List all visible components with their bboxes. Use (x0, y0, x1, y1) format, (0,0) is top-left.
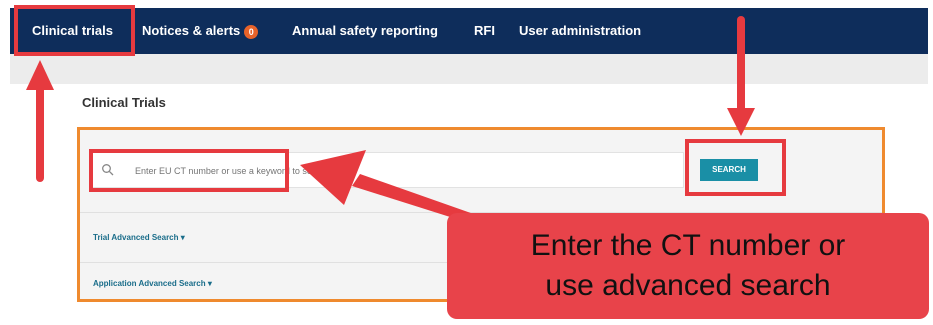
callout-line: Enter the CT number or (530, 229, 846, 262)
highlight-box-nav (14, 5, 135, 56)
application-advanced-search-toggle[interactable]: Application Advanced Search ▾ (93, 279, 212, 288)
annotation-callout: Enter the CT number or use advanced sear… (447, 213, 929, 319)
nav-item-notices-alerts[interactable]: Notices & alerts 0 (142, 8, 259, 54)
sub-header-bar (10, 54, 928, 84)
nav-item-annual-safety-reporting[interactable]: Annual safety reporting (292, 8, 438, 54)
nav-item-label: User administration (519, 23, 642, 38)
nav-item-label: Notices & alerts (142, 23, 241, 38)
highlight-box-search-button (685, 139, 786, 196)
nav-item-label: RFI (474, 23, 495, 38)
trial-advanced-search-toggle[interactable]: Trial Advanced Search ▾ (93, 233, 185, 242)
page-title: Clinical Trials (82, 95, 166, 110)
callout-line: use advanced search (545, 269, 831, 302)
nav-item-rfi[interactable]: RFI (474, 8, 495, 54)
highlight-box-search-input (89, 149, 289, 192)
nav-item-label: Annual safety reporting (292, 23, 438, 38)
nav-item-user-administration[interactable]: User administration (519, 8, 641, 54)
notification-badge: 0 (244, 24, 259, 39)
